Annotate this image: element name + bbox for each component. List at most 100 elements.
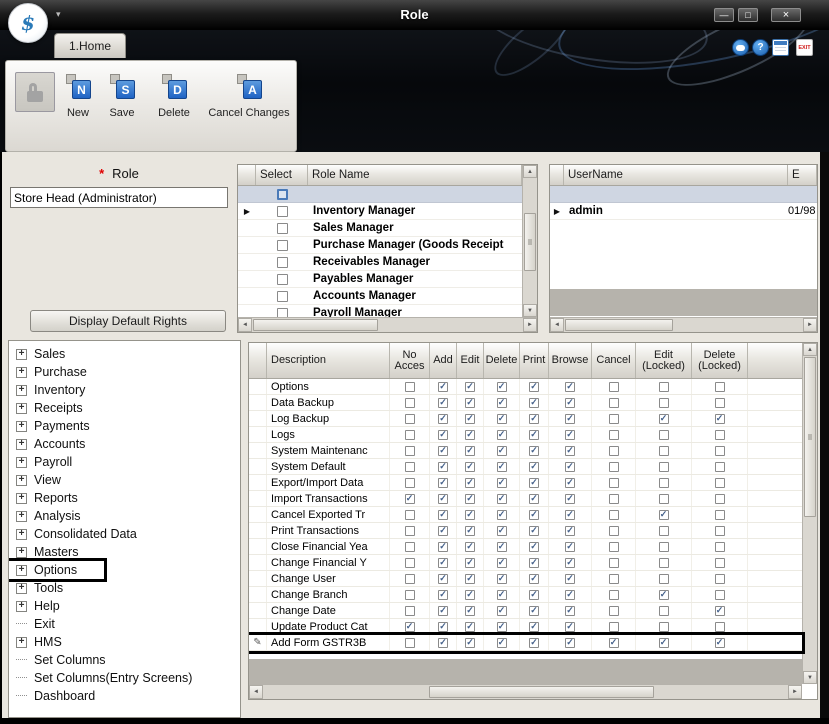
tree-item-help[interactable]: + Help (9, 597, 240, 615)
permission-checkbox[interactable]: ✓ (465, 525, 475, 536)
tree-item-purchase[interactable]: + Purchase (9, 363, 240, 381)
exit-icon[interactable]: EXIT (796, 39, 813, 56)
permission-checkbox[interactable] (608, 477, 619, 488)
permission-checkbox[interactable]: ✓ (438, 493, 448, 504)
permission-checkbox[interactable]: ✓ (465, 509, 475, 520)
add-column-header[interactable]: Add (430, 343, 457, 378)
role-name-column-header[interactable]: Role Name (308, 165, 522, 185)
rights-horizontal-scrollbar[interactable]: ◄ ► (249, 684, 802, 699)
permission-checkbox[interactable] (658, 557, 669, 568)
cancel-changes-button[interactable]: A Cancel Changes (204, 69, 294, 145)
tree-item-exit[interactable]: Exit (9, 615, 240, 633)
permission-checkbox[interactable] (714, 621, 725, 632)
permission-checkbox[interactable]: ✓ (529, 637, 539, 648)
permission-checkbox[interactable]: ✓ (565, 621, 575, 632)
delete-button[interactable]: D Delete (148, 69, 200, 145)
expand-icon[interactable]: + (16, 438, 27, 450)
permission-checkbox[interactable] (404, 541, 415, 552)
users-new-row[interactable] (550, 186, 817, 203)
permission-checkbox[interactable]: ✓ (465, 541, 475, 552)
tree-item-payroll[interactable]: + Payroll (9, 453, 240, 471)
permission-checkbox[interactable] (608, 621, 619, 632)
permission-checkbox[interactable] (404, 525, 415, 536)
tree-item-analysis[interactable]: + Analysis (9, 507, 240, 525)
roles-new-row[interactable] (238, 186, 522, 203)
permission-checkbox[interactable]: ✓ (465, 461, 475, 472)
permission-checkbox[interactable] (658, 541, 669, 552)
permission-checkbox[interactable] (404, 413, 415, 424)
permission-checkbox[interactable] (714, 541, 725, 552)
permission-checkbox[interactable]: ✓ (565, 541, 575, 552)
permission-checkbox[interactable]: ✓ (565, 461, 575, 472)
permission-checkbox[interactable] (608, 557, 619, 568)
permission-checkbox[interactable]: ✓ (496, 493, 507, 504)
permission-checkbox[interactable]: ✓ (438, 541, 448, 552)
permission-checkbox[interactable]: ✓ (529, 605, 539, 616)
permission-checkbox[interactable] (658, 605, 669, 616)
rights-row-data-backup[interactable]: Data Backup ✓ ✓ ✓ ✓ ✓ (249, 395, 802, 411)
permission-checkbox[interactable] (404, 381, 415, 392)
scroll-up-icon[interactable]: ▲ (803, 343, 817, 356)
permission-checkbox[interactable] (714, 429, 725, 440)
tree-item-reports[interactable]: + Reports (9, 489, 240, 507)
expand-icon[interactable]: + (16, 582, 27, 594)
permission-checkbox[interactable] (714, 509, 725, 520)
permission-checkbox[interactable]: ✓ (465, 621, 475, 632)
expand-icon[interactable]: + (16, 348, 27, 360)
rights-row-print-transactions[interactable]: Print Transactions ✓ ✓ ✓ ✓ ✓ (249, 523, 802, 539)
scroll-right-icon[interactable]: ► (803, 318, 817, 332)
lock-button[interactable] (15, 72, 55, 112)
permission-checkbox[interactable] (608, 493, 619, 504)
role-select-checkbox[interactable] (276, 290, 288, 302)
permission-checkbox[interactable]: ✓ (565, 445, 575, 456)
permission-checkbox[interactable] (658, 621, 669, 632)
browse-column-header[interactable]: Browse (549, 343, 592, 378)
permission-checkbox[interactable]: ✓ (496, 445, 507, 456)
scroll-right-icon[interactable]: ► (788, 685, 802, 699)
permission-checkbox[interactable] (404, 397, 415, 408)
expand-icon[interactable]: + (16, 420, 27, 432)
permission-checkbox[interactable]: ✓ (529, 397, 539, 408)
permission-checkbox[interactable]: ✓ (496, 637, 507, 648)
scroll-left-icon[interactable]: ◄ (249, 685, 263, 699)
username-column-header[interactable]: UserName (564, 165, 788, 185)
scroll-down-icon[interactable]: ▼ (803, 671, 817, 684)
expand-icon[interactable]: + (16, 546, 27, 558)
permission-checkbox[interactable] (608, 413, 619, 424)
rights-row-export-import-data[interactable]: Export/Import Data ✓ ✓ ✓ ✓ ✓ (249, 475, 802, 491)
permission-checkbox[interactable]: ✓ (438, 637, 448, 648)
permission-checkbox[interactable] (658, 429, 669, 440)
display-default-rights-button[interactable]: Display Default Rights (30, 310, 226, 332)
permission-checkbox[interactable]: ✓ (404, 621, 415, 632)
rights-row-change-financial-y[interactable]: Change Financial Y ✓ ✓ ✓ ✓ ✓ (249, 555, 802, 571)
permission-checkbox[interactable]: ✓ (714, 413, 725, 424)
permission-checkbox[interactable] (714, 397, 725, 408)
permission-checkbox[interactable]: ✓ (496, 573, 507, 584)
expand-icon[interactable]: + (16, 636, 27, 648)
permission-checkbox[interactable] (608, 381, 619, 392)
rights-row-logs[interactable]: Logs ✓ ✓ ✓ ✓ ✓ (249, 427, 802, 443)
permission-checkbox[interactable]: ✓ (658, 413, 669, 424)
rights-row-close-financial-yea[interactable]: Close Financial Yea ✓ ✓ ✓ ✓ ✓ (249, 539, 802, 555)
permission-checkbox[interactable]: ✓ (465, 637, 475, 648)
rights-row-change-date[interactable]: Change Date ✓ ✓ ✓ ✓ ✓ ✓ (249, 603, 802, 619)
role-row[interactable]: Receivables Manager (238, 254, 522, 271)
permission-checkbox[interactable] (608, 397, 619, 408)
rights-row-update-product-cat[interactable]: Update Product Cat ✓ ✓ ✓ ✓ ✓ ✓ (249, 619, 802, 635)
delete-locked-column-header[interactable]: Delete (Locked) (692, 343, 748, 378)
role-row[interactable]: Purchase Manager (Goods Receipt (238, 237, 522, 254)
expand-icon[interactable]: + (16, 456, 27, 468)
permission-checkbox[interactable]: ✓ (565, 589, 575, 600)
permission-checkbox[interactable] (658, 525, 669, 536)
permission-checkbox[interactable] (658, 381, 669, 392)
expand-icon[interactable]: + (16, 564, 27, 576)
tree-item-accounts[interactable]: + Accounts (9, 435, 240, 453)
permission-checkbox[interactable]: ✓ (529, 461, 539, 472)
permission-checkbox[interactable]: ✓ (565, 477, 575, 488)
permission-checkbox[interactable]: ✓ (496, 621, 507, 632)
permission-checkbox[interactable] (714, 493, 725, 504)
permission-checkbox[interactable]: ✓ (529, 589, 539, 600)
role-select-checkbox[interactable] (276, 239, 288, 251)
permission-checkbox[interactable]: ✓ (465, 605, 475, 616)
tree-item-dashboard[interactable]: Dashboard (9, 687, 240, 705)
